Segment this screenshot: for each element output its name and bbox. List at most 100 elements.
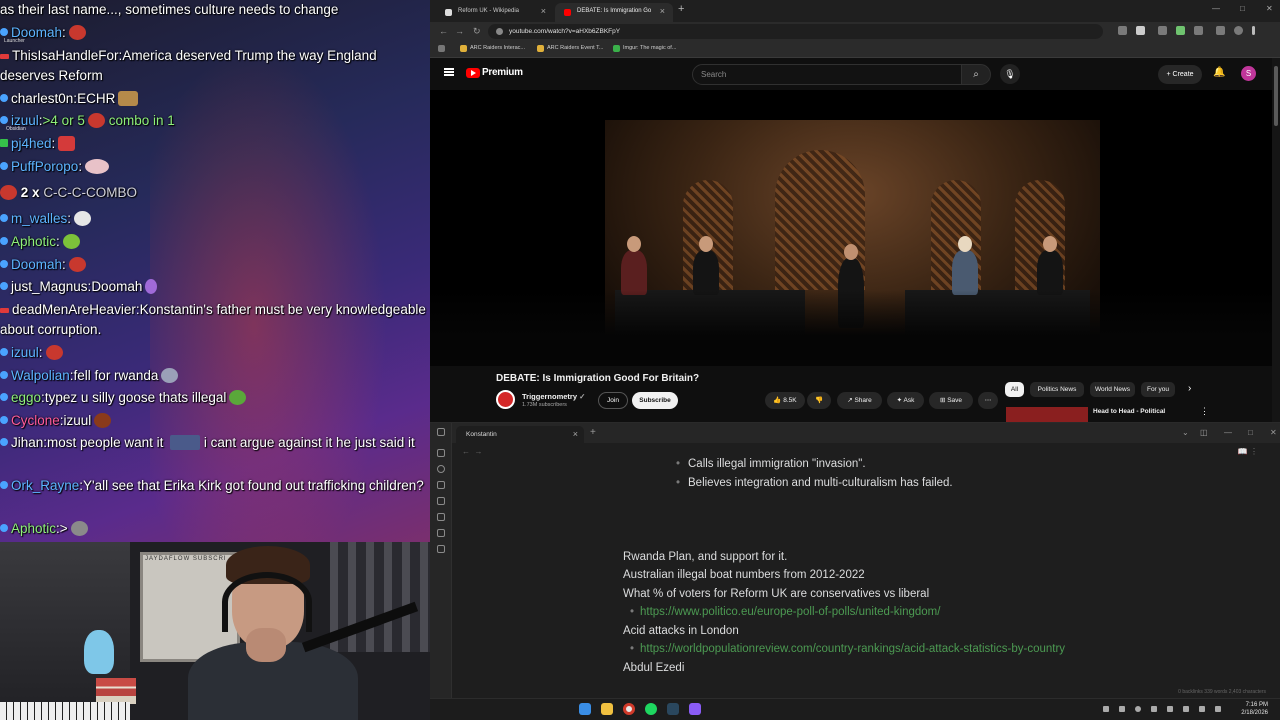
ask-button[interactable]: ✦ Ask bbox=[887, 392, 924, 409]
bookmark-item[interactable]: ARC Raiders Event T... bbox=[537, 45, 603, 52]
forward-icon[interactable]: → bbox=[455, 26, 464, 36]
menu-dots-icon[interactable] bbox=[1252, 26, 1255, 35]
close-window-icon[interactable]: ✕ bbox=[1266, 4, 1273, 13]
minimize-icon[interactable]: — bbox=[1212, 4, 1220, 13]
file-explorer-icon[interactable] bbox=[601, 703, 613, 715]
chevron-right-icon[interactable]: › bbox=[1188, 383, 1191, 394]
obsidian-icon[interactable] bbox=[689, 703, 701, 715]
chip-world-news[interactable]: World News bbox=[1090, 382, 1135, 397]
new-tab-button[interactable]: + bbox=[590, 427, 596, 438]
scrollbar-thumb[interactable] bbox=[1274, 66, 1278, 126]
dislike-button[interactable]: 👎 bbox=[807, 392, 831, 409]
account-avatar[interactable]: S bbox=[1241, 66, 1256, 81]
voice-search-icon[interactable]: 🎙 bbox=[1000, 64, 1020, 84]
close-window-icon[interactable]: ✕ bbox=[1270, 428, 1277, 437]
youtube-brand[interactable]: Premium bbox=[482, 67, 523, 78]
note-editor[interactable]: Calls illegal immigration "invasion".Bel… bbox=[623, 455, 1263, 677]
notifications-bell-icon[interactable]: 🔔 bbox=[1213, 67, 1225, 78]
note-link[interactable]: https://worldpopulationreview.com/countr… bbox=[623, 640, 1263, 659]
join-button[interactable]: Join bbox=[598, 392, 628, 409]
close-tab-icon[interactable]: × bbox=[573, 429, 578, 439]
site-info-icon[interactable] bbox=[496, 28, 503, 35]
maximize-icon[interactable]: □ bbox=[1248, 428, 1253, 437]
volume-icon[interactable] bbox=[1215, 706, 1221, 712]
speaker bbox=[1037, 250, 1063, 295]
sub-badge-icon bbox=[0, 393, 8, 401]
close-tab-icon[interactable]: × bbox=[541, 6, 546, 16]
subscribe-button[interactable]: Subscribe bbox=[632, 392, 678, 409]
url-bar[interactable]: youtube.com/watch?v=aHXb6ZBKFpY bbox=[488, 24, 1103, 39]
more-actions-icon[interactable]: ⋯ bbox=[978, 392, 998, 409]
video-player[interactable] bbox=[430, 90, 1272, 366]
desktop-icon-label[interactable]: Launcher bbox=[4, 38, 25, 44]
note-tab[interactable]: Konstantin × bbox=[456, 426, 584, 443]
spotify-icon[interactable] bbox=[645, 703, 657, 715]
start-icon[interactable] bbox=[579, 703, 591, 715]
profile-icon[interactable] bbox=[1234, 26, 1243, 35]
more-vert-icon[interactable]: ⋮ bbox=[1200, 406, 1209, 417]
split-view-icon[interactable]: ◫ bbox=[1200, 428, 1208, 437]
new-tab-button[interactable]: + bbox=[678, 3, 684, 15]
extension-icon[interactable] bbox=[1158, 26, 1167, 35]
close-tab-icon[interactable]: × bbox=[660, 6, 665, 16]
bookmark-item[interactable]: Imgur: The magic of... bbox=[613, 45, 676, 52]
tray-icon[interactable] bbox=[1183, 706, 1189, 712]
emote-icon bbox=[62, 234, 80, 249]
list-icon[interactable] bbox=[437, 545, 445, 553]
notes-app-window: Konstantin × + ⌄ ◫ — □ ✕ ← → 📖 ⋮ Calls i… bbox=[430, 422, 1280, 698]
tray-icon[interactable] bbox=[1119, 706, 1125, 712]
calendar-icon[interactable] bbox=[437, 497, 445, 505]
search-input[interactable] bbox=[692, 64, 962, 85]
like-button[interactable]: 👍 8.5K bbox=[765, 392, 805, 409]
chip-all[interactable]: All bbox=[1005, 382, 1024, 397]
tray-icon[interactable] bbox=[1167, 706, 1173, 712]
create-button[interactable]: + Create bbox=[1158, 65, 1202, 84]
note-nav-arrows[interactable]: ← → bbox=[462, 447, 482, 456]
back-icon[interactable]: ← bbox=[439, 26, 448, 36]
chrome-icon[interactable] bbox=[623, 703, 635, 715]
page-scrollbar[interactable] bbox=[1272, 58, 1280, 422]
share-button[interactable]: ↗ Share bbox=[837, 392, 882, 409]
tray-icon[interactable] bbox=[1135, 706, 1141, 712]
channel-name[interactable]: Triggernometry ✓ bbox=[522, 392, 585, 401]
canvas-icon[interactable] bbox=[437, 481, 445, 489]
save-button[interactable]: ⊞ Save bbox=[929, 392, 973, 409]
emote-icon bbox=[118, 91, 139, 106]
extensions-puzzle-icon[interactable] bbox=[1194, 26, 1203, 35]
sidebar-toggle-icon[interactable] bbox=[437, 428, 445, 436]
maximize-icon[interactable]: □ bbox=[1240, 4, 1245, 13]
letter-board-text: JAYDAFLOW SUBSCRI bbox=[145, 556, 227, 562]
chip-for-you[interactable]: For you bbox=[1141, 382, 1175, 397]
install-icon[interactable] bbox=[1118, 26, 1127, 35]
bookmark-star-icon[interactable] bbox=[1136, 26, 1145, 35]
recommended-video-thumbnail[interactable] bbox=[1006, 407, 1088, 422]
share-label: Share bbox=[854, 397, 872, 404]
chip-politics-news[interactable]: Politics News bbox=[1030, 382, 1084, 397]
recommended-video-title[interactable]: Head to Head - Political bbox=[1093, 408, 1165, 415]
toy-figure bbox=[84, 630, 114, 674]
steam-icon[interactable] bbox=[667, 703, 679, 715]
browser-tab[interactable]: Reform UK - Wikipedia × bbox=[436, 3, 554, 22]
search-icon[interactable]: ⌕ bbox=[961, 64, 991, 85]
bookmark-item[interactable]: ARC Raiders Interac... bbox=[460, 45, 525, 52]
sidebar-icon[interactable] bbox=[1216, 26, 1225, 35]
graph-icon[interactable] bbox=[437, 465, 445, 473]
tray-icon[interactable] bbox=[1151, 706, 1157, 712]
youtube-logo-icon[interactable] bbox=[466, 68, 480, 78]
wifi-icon[interactable] bbox=[1199, 706, 1205, 712]
browser-tab-active[interactable]: DEBATE: Is Immigration Go × bbox=[555, 3, 673, 22]
channel-avatar[interactable] bbox=[496, 390, 515, 409]
tray-icon[interactable] bbox=[1103, 706, 1109, 712]
minimize-icon[interactable]: — bbox=[1224, 428, 1232, 437]
chat-message: Cyclone:izuul bbox=[0, 411, 430, 431]
extension-icon[interactable] bbox=[1176, 26, 1185, 35]
reload-icon[interactable]: ↻ bbox=[473, 26, 481, 37]
file-icon[interactable] bbox=[437, 449, 445, 457]
note-link[interactable]: https://www.politico.eu/europe-poll-of-p… bbox=[623, 603, 1263, 622]
hamburger-menu-icon[interactable] bbox=[444, 68, 454, 76]
copy-icon[interactable] bbox=[437, 513, 445, 521]
chevron-down-icon[interactable]: ⌄ bbox=[1182, 428, 1189, 437]
desktop-icon-label[interactable]: Obsidian bbox=[6, 126, 26, 132]
clock[interactable]: 7:16 PM 2/18/2026 bbox=[1241, 701, 1268, 717]
terminal-icon[interactable] bbox=[437, 529, 445, 537]
